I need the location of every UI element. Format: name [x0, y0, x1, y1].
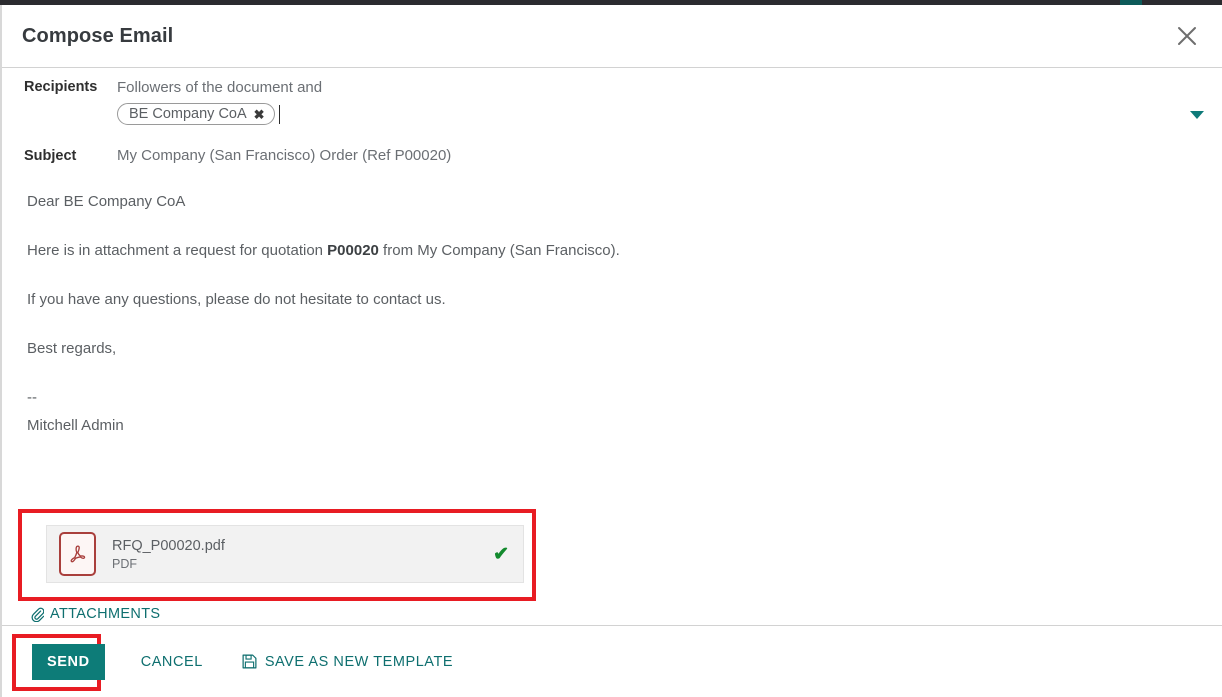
save-as-new-template-label: SAVE AS NEW TEMPLATE [264, 653, 454, 670]
save-as-new-template-button[interactable]: SAVE AS NEW TEMPLATE [242, 644, 453, 680]
signature-name: Mitchell Admin [27, 417, 124, 434]
recipients-label: Recipients [24, 79, 98, 95]
subject-row: Subject My Company (San Francisco) Order… [2, 147, 1222, 164]
remove-recipient-icon[interactable]: ✖ [254, 108, 265, 121]
subject-label: Subject [24, 148, 77, 164]
attachment-item[interactable]: RFQ_P00020.pdf PDF ✔ [46, 525, 524, 583]
body-regards: Best regards, [27, 340, 117, 357]
recipients-tag-list: BE Company CoA ✖ [117, 102, 1184, 126]
close-icon[interactable] [1170, 19, 1204, 53]
body-intro: Here is in attachment a request for quot… [27, 241, 1200, 261]
text-cursor [278, 104, 280, 124]
dialog-footer: SEND CANCEL SAVE AS NEW TEMPLATE [2, 625, 1222, 697]
attachments-label: ATTACHMENTS [50, 606, 161, 622]
dialog-header: Compose Email [2, 5, 1222, 68]
recipients-description: Followers of the document and [117, 79, 323, 96]
attachment-filetype: PDF [112, 556, 137, 571]
body-intro-before: Here is in attachment a request for quot… [27, 242, 328, 259]
body-intro-after: from My Company (San Francisco). [378, 242, 620, 259]
dialog-body: Recipients Followers of the document and… [2, 68, 1222, 625]
compose-email-dialog: Compose Email Recipients Followers of th… [0, 5, 1222, 697]
email-body-editor[interactable]: Dear BE Company CoA Here is in attachmen… [2, 192, 1222, 436]
page-title: Compose Email [22, 24, 174, 47]
recipients-row: Recipients Followers of the document and… [2, 68, 1222, 126]
body-greeting: Dear BE Company CoA [27, 193, 186, 210]
check-icon: ✔ [493, 543, 509, 565]
attachments-button[interactable]: ATTACHMENTS [30, 606, 160, 622]
attachment-highlight-box: RFQ_P00020.pdf PDF ✔ [18, 509, 536, 601]
cancel-button[interactable]: CANCEL [141, 644, 203, 680]
subject-input[interactable]: My Company (San Francisco) Order (Ref P0… [117, 147, 1204, 164]
body-questions: If you have any questions, please do not… [27, 291, 446, 308]
paperclip-icon [30, 607, 44, 622]
chevron-down-icon[interactable] [1190, 111, 1204, 119]
recipient-tag-label: BE Company CoA [129, 106, 247, 122]
body-order-ref: P00020 [327, 242, 379, 259]
send-button[interactable]: SEND [32, 643, 105, 680]
floppy-disk-icon [242, 654, 257, 669]
signature-separator: -- [27, 389, 37, 406]
pdf-file-icon [59, 532, 96, 576]
attachment-meta: RFQ_P00020.pdf PDF [112, 537, 493, 572]
recipients-dropdown-cell [1184, 78, 1204, 119]
attachment-filename: RFQ_P00020.pdf [112, 537, 225, 554]
recipient-tag[interactable]: BE Company CoA ✖ [117, 103, 275, 125]
recipients-field[interactable]: Followers of the document and BE Company… [117, 78, 1184, 126]
